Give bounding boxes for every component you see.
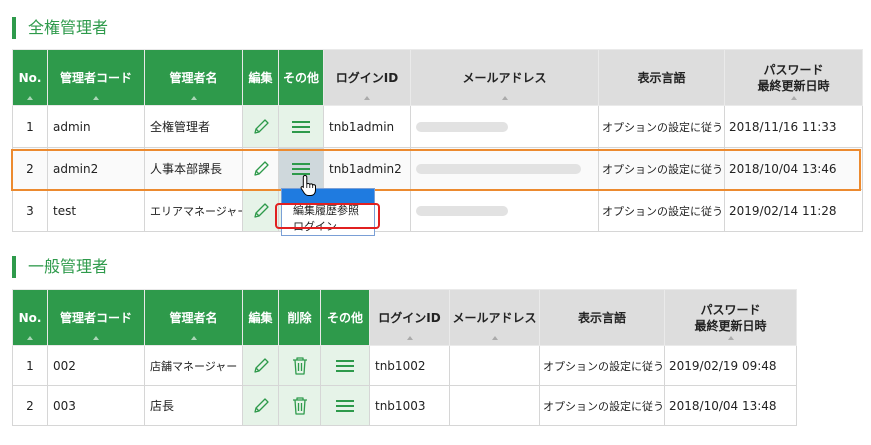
- cell-no: 3: [12, 189, 48, 232]
- col-other: その他: [320, 289, 370, 346]
- cell-mail: [449, 385, 540, 426]
- cell-updated: 2018/11/16 11:33: [724, 105, 863, 148]
- col-language: 表示言語: [539, 289, 665, 346]
- pencil-icon: [253, 397, 269, 413]
- cell-code: 003: [47, 385, 145, 426]
- col-no[interactable]: No.: [12, 289, 48, 346]
- cell-login-id: tnb1admin: [323, 105, 411, 148]
- general-admin-section-title: 一般管理者: [12, 256, 108, 278]
- col-admin-name[interactable]: 管理者名: [144, 49, 243, 106]
- table-row: 1 admin 全権管理者 tnb1admin オプションの設定に従う 2018…: [12, 105, 863, 148]
- cell-mail: [410, 105, 599, 148]
- other-menu-button[interactable]: [320, 345, 370, 386]
- col-other: その他: [278, 49, 324, 106]
- cell-language: オプションの設定に従う: [539, 385, 665, 426]
- edit-button[interactable]: [242, 345, 279, 386]
- callout-highlight: [275, 203, 380, 229]
- cell-name: 店長: [144, 385, 243, 426]
- cell-language: オプションの設定に従う: [539, 345, 665, 386]
- col-admin-code[interactable]: 管理者コード: [47, 49, 145, 106]
- col-edit: 編集: [242, 289, 279, 346]
- menu-icon: [336, 359, 354, 373]
- cell-name: 全権管理者: [144, 105, 243, 148]
- cell-name: 店舗マネージャー: [144, 345, 243, 386]
- pencil-icon: [253, 202, 269, 218]
- col-language: 表示言語: [598, 49, 725, 106]
- selected-row-highlight: [11, 149, 861, 191]
- cell-updated: 2018/10/04 13:48: [664, 385, 797, 426]
- cell-updated: 2019/02/14 11:28: [724, 189, 863, 232]
- dropdown-top-bar: [282, 189, 374, 203]
- col-login-id[interactable]: ログインID: [323, 49, 411, 106]
- edit-button[interactable]: [242, 189, 279, 232]
- cell-language: オプションの設定に従う: [598, 105, 725, 148]
- table-header-row: No. 管理者コード 管理者名 編集 削除 その他 ログインID メールアドレス…: [12, 289, 797, 346]
- col-admin-name[interactable]: 管理者名: [144, 289, 243, 346]
- other-menu-button[interactable]: [320, 385, 370, 426]
- col-edit: 編集: [242, 49, 279, 106]
- col-no[interactable]: No.: [12, 49, 48, 106]
- table-row: 2 003 店長 tnb1003 オプションの設定に従う 2018/10/04 …: [12, 385, 797, 426]
- menu-icon: [336, 399, 354, 413]
- edit-button[interactable]: [242, 385, 279, 426]
- cell-no: 1: [12, 345, 48, 386]
- cell-language: オプションの設定に従う: [598, 189, 725, 232]
- cell-code: admin: [47, 105, 145, 148]
- col-mail[interactable]: メールアドレス: [449, 289, 540, 346]
- delete-button[interactable]: [278, 385, 321, 426]
- col-login-id[interactable]: ログインID: [369, 289, 450, 346]
- col-password-updated[interactable]: パスワード 最終更新日時: [724, 49, 863, 106]
- pencil-icon: [253, 118, 269, 134]
- table-row: 3 test エリアマネージャー t オプションの設定に従う 2019/02/1…: [12, 189, 863, 232]
- col-mail[interactable]: メールアドレス: [410, 49, 599, 106]
- pencil-icon: [253, 357, 269, 373]
- cell-mail: [449, 345, 540, 386]
- delete-button[interactable]: [278, 345, 321, 386]
- cell-no: 2: [12, 385, 48, 426]
- table-header-row: No. 管理者コード 管理者名 編集 その他 ログインID メールアドレス 表示…: [12, 49, 863, 106]
- col-delete: 削除: [278, 289, 321, 346]
- hand-cursor-icon: [300, 174, 316, 196]
- other-menu-button[interactable]: [278, 105, 324, 148]
- general-admin-table: No. 管理者コード 管理者名 編集 削除 その他 ログインID メールアドレス…: [12, 289, 797, 426]
- full-admin-section-title: 全権管理者: [12, 17, 108, 39]
- full-admin-table: No. 管理者コード 管理者名 編集 その他 ログインID メールアドレス 表示…: [12, 49, 863, 232]
- edit-button[interactable]: [242, 105, 279, 148]
- table-row: 1 002 店舗マネージャー tnb1002 オプションの設定に従う 2019/…: [12, 345, 797, 386]
- trash-icon: [292, 356, 307, 375]
- cell-updated: 2019/02/19 09:48: [664, 345, 797, 386]
- cell-mail: [410, 189, 599, 232]
- cell-login-id: tnb1002: [369, 345, 450, 386]
- cell-code: test: [47, 189, 145, 232]
- cell-no: 1: [12, 105, 48, 148]
- cell-code: 002: [47, 345, 145, 386]
- col-password-updated[interactable]: パスワード 最終更新日時: [664, 289, 797, 346]
- cell-name: エリアマネージャー: [144, 189, 243, 232]
- trash-icon: [292, 396, 307, 415]
- col-admin-code[interactable]: 管理者コード: [47, 289, 145, 346]
- menu-icon: [292, 120, 310, 134]
- cell-login-id: tnb1003: [369, 385, 450, 426]
